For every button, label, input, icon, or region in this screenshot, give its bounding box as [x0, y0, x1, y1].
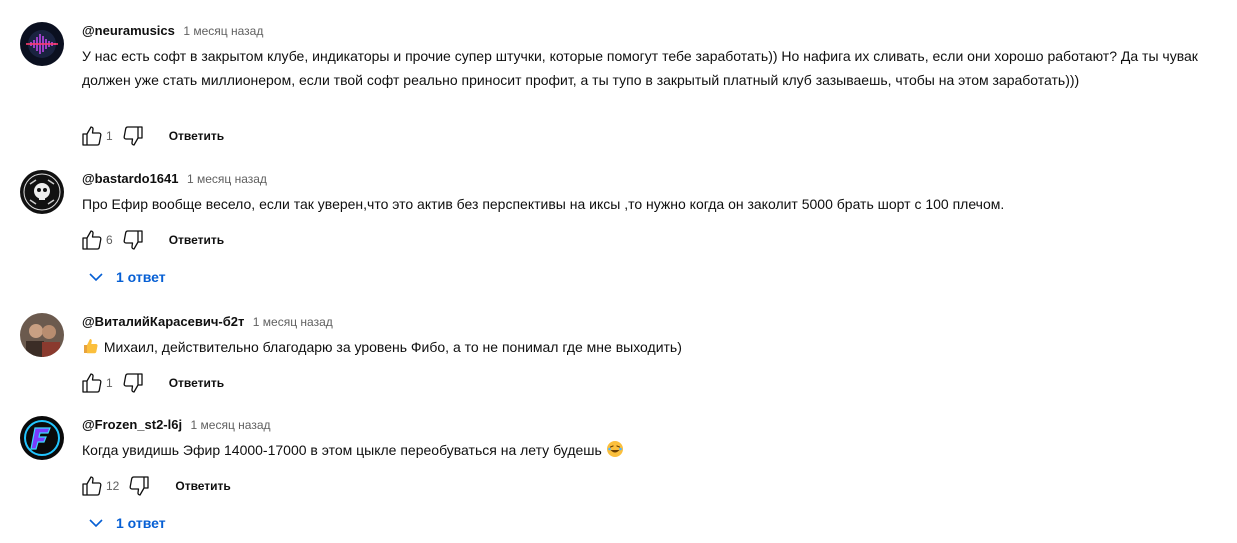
- like-button[interactable]: [78, 226, 106, 254]
- show-replies-button[interactable]: 1 ответ: [86, 511, 166, 535]
- reply-button[interactable]: Ответить: [175, 479, 230, 493]
- comment-body: @ВиталийКарасевич-б2т 1 месяц назад Миха…: [82, 313, 1220, 359]
- thumbs-up-icon: [82, 373, 102, 393]
- comment-thread: @ВиталийКарасевич-б2т 1 месяц назад Миха…: [20, 313, 1220, 403]
- comment-body: @neuramusics 1 месяц назад У нас есть со…: [82, 22, 1220, 92]
- dislike-button[interactable]: [125, 472, 153, 500]
- comment-text: Про Ефир вообще весело, если так уверен,…: [82, 196, 1005, 212]
- photo-avatar-icon: [20, 313, 64, 357]
- comment-time[interactable]: 1 месяц назад: [191, 418, 271, 432]
- replies-count-label: 1 ответ: [116, 269, 166, 285]
- dislike-button[interactable]: [119, 122, 147, 150]
- thumbs-down-icon: [123, 126, 143, 146]
- comment-header: @neuramusics 1 месяц назад: [82, 22, 1220, 40]
- comment-thread: @Frozen_st2-l6j 1 месяц назад Когда увид…: [20, 416, 1220, 541]
- thumbs-up-icon: [82, 230, 102, 250]
- comment-header: @ВиталийКарасевич-б2т 1 месяц назад: [82, 313, 1220, 331]
- avatar[interactable]: [20, 170, 64, 214]
- thumbs-down-icon: [129, 476, 150, 496]
- chevron-down-icon: [89, 519, 103, 528]
- avatar[interactable]: [20, 416, 64, 460]
- author-name[interactable]: @Frozen_st2-l6j: [82, 417, 182, 432]
- thumbs-up-icon: [82, 476, 102, 496]
- comment-actions: 12 Ответить: [78, 470, 231, 502]
- comment-thread: @neuramusics 1 месяц назад У нас есть со…: [20, 22, 1220, 152]
- comment-thread: @bastardo1641 1 месяц назад Про Ефир воо…: [20, 170, 1220, 290]
- thumbs-up-icon: [82, 126, 102, 146]
- comment-text-content: Михаил, действительно благодарю за урове…: [103, 339, 682, 355]
- comment-text: У нас есть софт в закрытом клубе, индика…: [82, 48, 1198, 88]
- replies-count-label: 1 ответ: [116, 515, 166, 531]
- comment-time[interactable]: 1 месяц назад: [253, 315, 333, 329]
- thumbs-up-emoji-icon: [84, 339, 98, 354]
- like-count: 12: [106, 479, 120, 493]
- comment-body: @bastardo1641 1 месяц назад Про Ефир воо…: [82, 170, 1220, 216]
- comment-text: Когда увидишь Эфир 14000-17000 в этом цы…: [82, 438, 1222, 462]
- avatar[interactable]: [20, 313, 64, 357]
- comment-body: @Frozen_st2-l6j 1 месяц назад Когда увид…: [82, 416, 1220, 462]
- comment-actions: 1 Ответить: [78, 367, 224, 399]
- sound-wave-avatar-icon: [20, 22, 64, 66]
- thumbs-down-icon: [123, 230, 143, 250]
- show-replies-button[interactable]: 1 ответ: [86, 265, 166, 289]
- comment-time[interactable]: 1 месяц назад: [187, 172, 267, 186]
- thumbs-down-icon: [123, 373, 143, 393]
- author-name[interactable]: @bastardo1641: [82, 171, 179, 186]
- author-name[interactable]: @neuramusics: [82, 23, 175, 38]
- comment-actions: 1 Ответить: [78, 120, 224, 152]
- comment-actions: 6 Ответить: [78, 224, 224, 256]
- reply-button[interactable]: Ответить: [169, 376, 224, 390]
- reply-button[interactable]: Ответить: [169, 129, 224, 143]
- comment-text: Михаил, действительно благодарю за урове…: [82, 335, 1222, 359]
- comment-time[interactable]: 1 месяц назад: [183, 24, 263, 38]
- like-count: 1: [106, 376, 113, 390]
- like-button[interactable]: [78, 122, 106, 150]
- like-button[interactable]: [78, 369, 106, 397]
- laughing-emoji-icon: [606, 441, 623, 457]
- like-button[interactable]: [78, 472, 106, 500]
- like-count: 6: [106, 233, 113, 247]
- skull-emblem-avatar-icon: [20, 170, 64, 214]
- avatar[interactable]: [20, 22, 64, 66]
- dislike-button[interactable]: [119, 369, 147, 397]
- comment-header: @bastardo1641 1 месяц назад: [82, 170, 1220, 188]
- comment-text-content: Когда увидишь Эфир 14000-17000 в этом цы…: [82, 442, 602, 458]
- author-name[interactable]: @ВиталийКарасевич-б2т: [82, 314, 244, 329]
- dislike-button[interactable]: [119, 226, 147, 254]
- comment-header: @Frozen_st2-l6j 1 месяц назад: [82, 416, 1220, 434]
- chevron-down-icon: [89, 273, 103, 282]
- like-count: 1: [106, 129, 113, 143]
- reply-button[interactable]: Ответить: [169, 233, 224, 247]
- letter-f-avatar-icon: [20, 416, 64, 460]
